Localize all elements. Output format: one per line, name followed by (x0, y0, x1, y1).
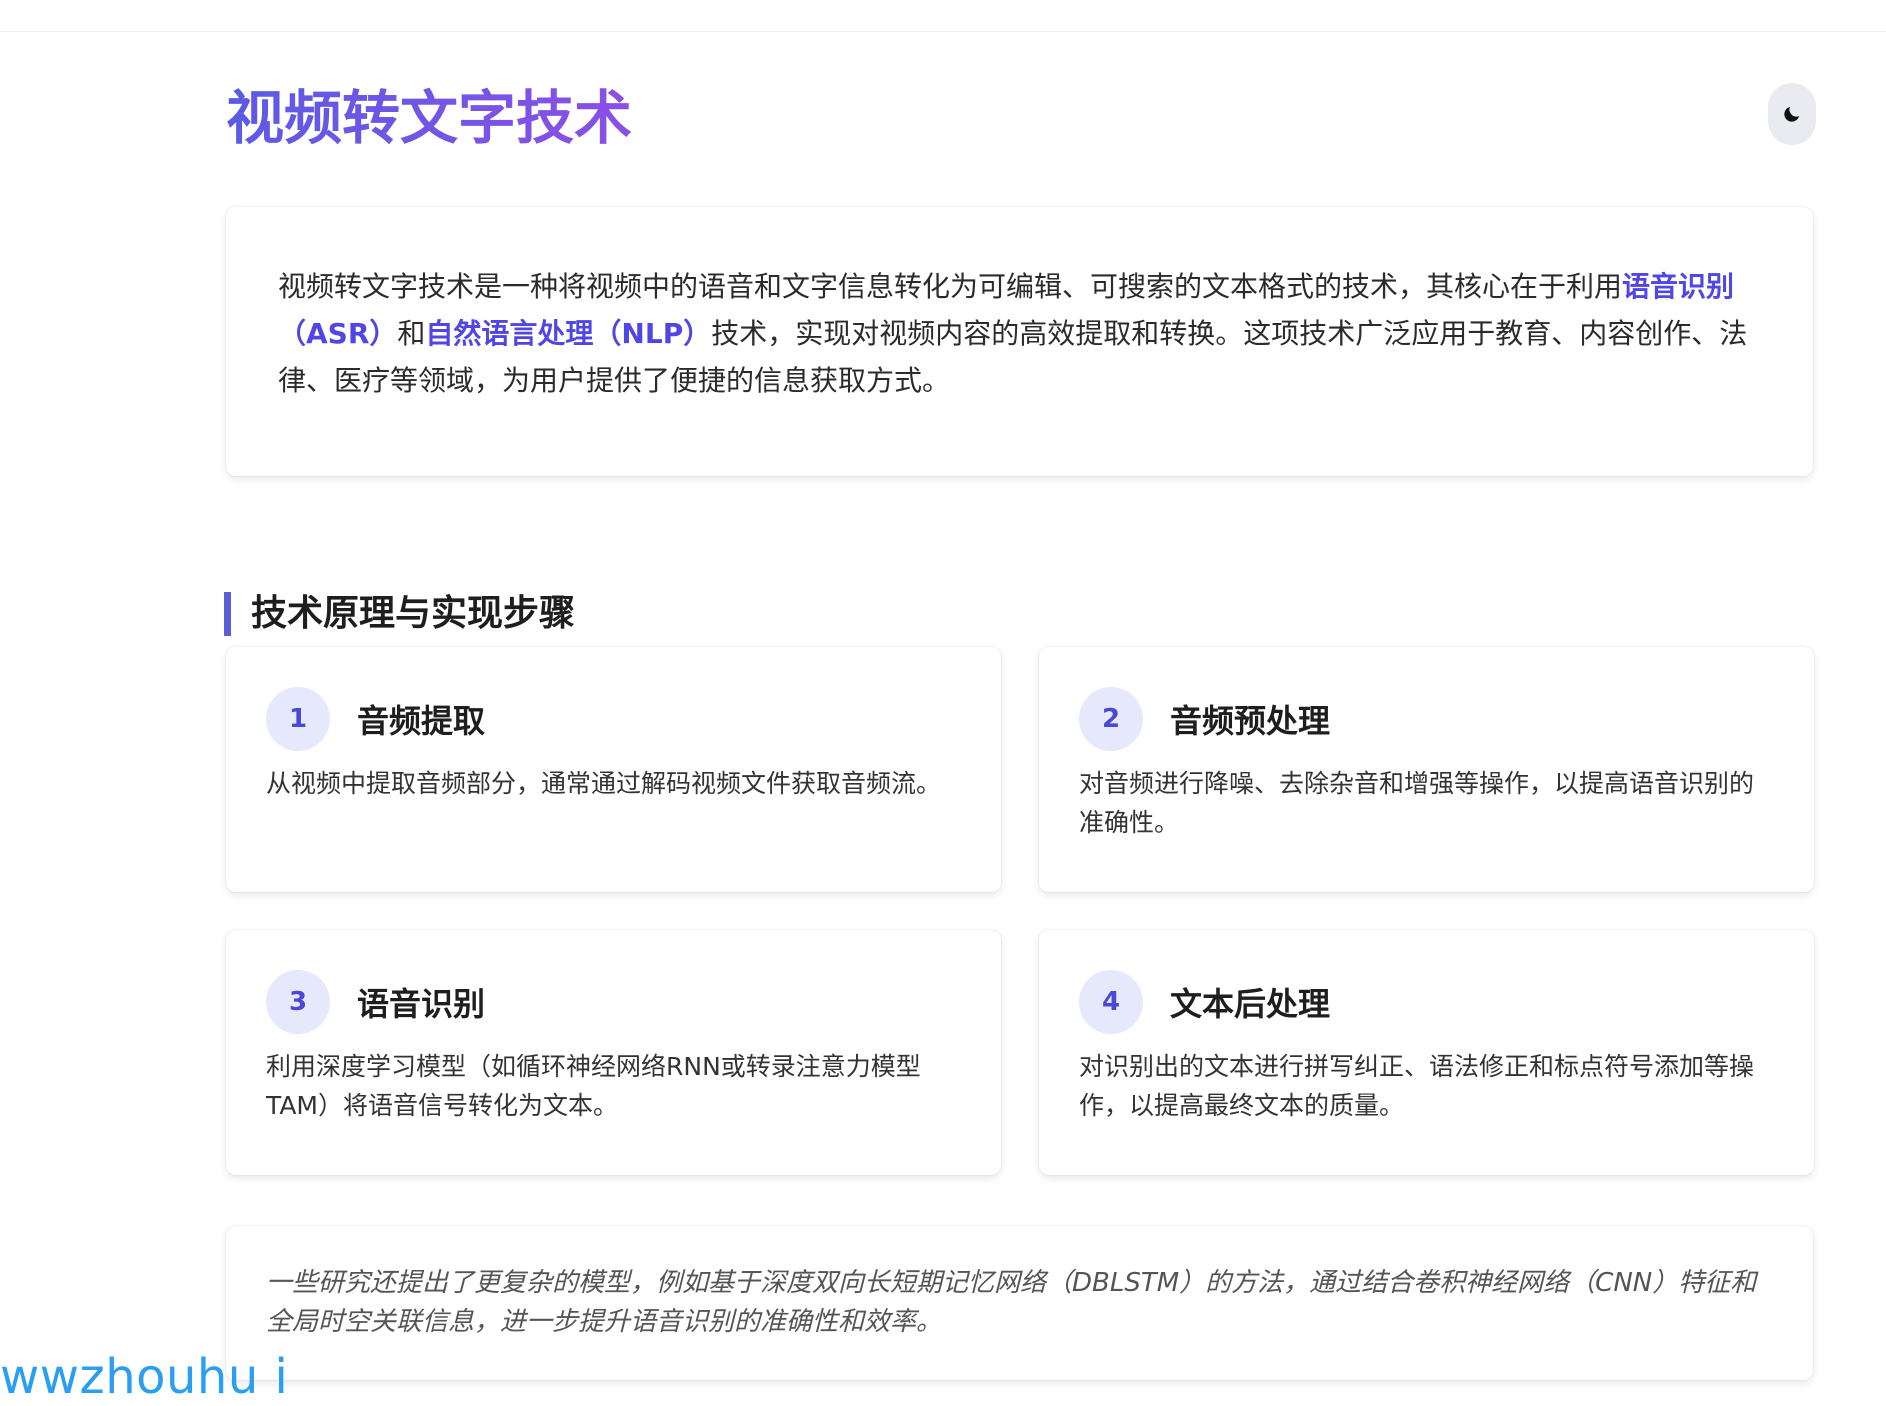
step-card: 2 音频预处理 对音频进行降噪、去除杂音和增强等操作，以提高语音识别的准确性。 (1039, 647, 1814, 892)
step-header: 4 文本后处理 (1079, 970, 1774, 1034)
step-card: 4 文本后处理 对识别出的文本进行拼写纠正、语法修正和标点符号添加等操作，以提高… (1039, 930, 1814, 1175)
step-number-badge: 4 (1079, 970, 1143, 1034)
step-header: 2 音频预处理 (1079, 687, 1774, 751)
step-title: 语音识别 (357, 985, 486, 1023)
note-card: 一些研究还提出了更复杂的模型，例如基于深度双向长短期记忆网络（DBLSTM）的方… (226, 1226, 1813, 1380)
step-number-badge: 3 (266, 970, 330, 1034)
step-title: 文本后处理 (1170, 985, 1331, 1023)
step-description: 利用深度学习模型（如循环神经网络RNN或转录注意力模型TAM）将语音信号转化为文… (266, 1052, 921, 1120)
term-nlp: 自然语言处理（NLP） (425, 317, 712, 350)
step-card: 3 语音识别 利用深度学习模型（如循环神经网络RNN或转录注意力模型TAM）将语… (226, 930, 1001, 1175)
section-heading: 技术原理与实现步骤 (224, 591, 575, 636)
step-description: 从视频中提取音频部分，通常通过解码视频文件获取音频流。 (266, 769, 942, 798)
theme-toggle-button[interactable] (1768, 83, 1816, 145)
watermark: wwzhouhu i (0, 1349, 289, 1405)
note-text: 一些研究还提出了更复杂的模型，例如基于深度双向长短期记忆网络（DBLSTM）的方… (266, 1268, 1757, 1337)
intro-paragraph: 视频转文字技术是一种将视频中的语音和文字信息转化为可编辑、可搜索的文本格式的技术… (278, 263, 1761, 404)
step-number-badge: 1 (266, 687, 330, 751)
step-description: 对识别出的文本进行拼写纠正、语法修正和标点符号添加等操作，以提高最终文本的质量。 (1079, 1052, 1755, 1120)
intro-card: 视频转文字技术是一种将视频中的语音和文字信息转化为可编辑、可搜索的文本格式的技术… (226, 207, 1813, 476)
step-header: 3 语音识别 (266, 970, 961, 1034)
step-number-badge: 2 (1079, 687, 1143, 751)
intro-text-and: 和 (397, 317, 426, 350)
intro-text-before: 视频转文字技术是一种将视频中的语音和文字信息转化为可编辑、可搜索的文本格式的技术… (278, 270, 1623, 303)
step-title: 音频提取 (357, 702, 486, 740)
step-title: 音频预处理 (1170, 702, 1331, 740)
step-card: 1 音频提取 从视频中提取音频部分，通常通过解码视频文件获取音频流。 (226, 647, 1001, 892)
top-divider (0, 31, 1886, 32)
page-title: 视频转文字技术 (226, 78, 632, 158)
step-description: 对音频进行降噪、去除杂音和增强等操作，以提高语音识别的准确性。 (1079, 769, 1755, 837)
step-header: 1 音频提取 (266, 687, 961, 751)
moon-icon (1784, 106, 1800, 122)
